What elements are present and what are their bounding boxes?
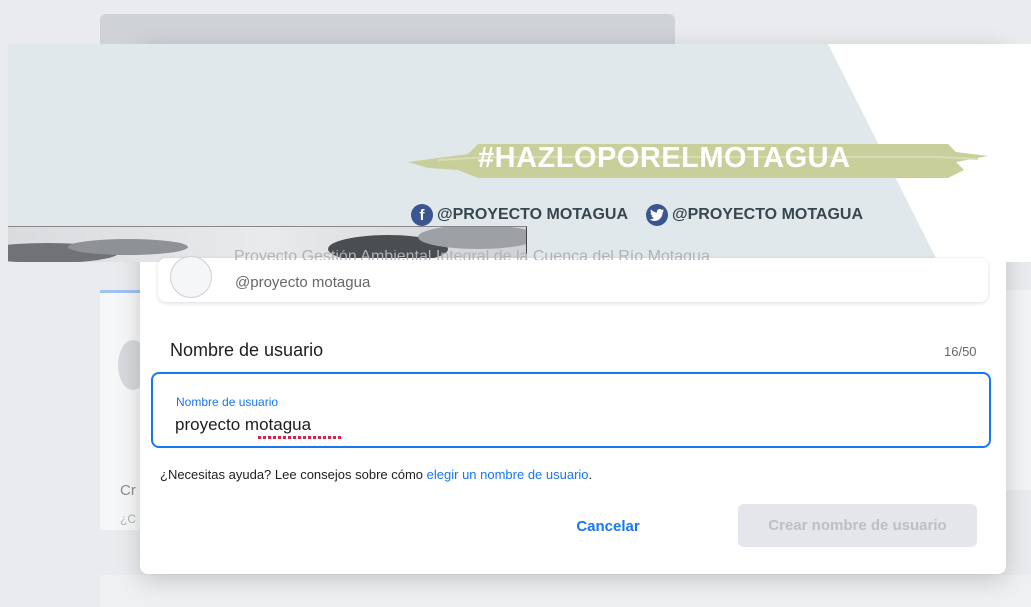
banner-hashtag: #HAZLOPORELMOTAGUA — [478, 142, 851, 174]
page-name: Proyecto Gestión Ambiental Integral de l… — [234, 250, 710, 260]
background-bottom — [100, 575, 1031, 607]
help-text-prefix: ¿Necesitas ayuda? Lee consejos sobre cóm… — [160, 467, 427, 482]
facebook-handle: @PROYECTO MOTAGUA — [437, 206, 629, 223]
page-avatar — [170, 256, 212, 298]
character-counter: 16/50 — [944, 344, 977, 359]
facebook-icon: f — [411, 204, 433, 226]
cancel-button[interactable]: Cancelar — [556, 506, 660, 546]
username-input[interactable] — [175, 412, 965, 438]
help-text-end: . — [588, 467, 593, 482]
help-text: ¿Necesitas ayuda? Lee consejos sobre cóm… — [160, 467, 592, 482]
twitter-handle: @PROYECTO MOTAGUA — [672, 206, 864, 223]
twitter-icon — [646, 204, 669, 226]
background-right-panel — [1005, 290, 1031, 490]
banner-social-row: f @PROYECTO MOTAGUA @PROYECTO MOTAGUA — [411, 204, 863, 226]
background-subtext: ¿C — [120, 512, 136, 526]
cover-banner: #HAZLOPORELMOTAGUA f @PROYECTO MOTAGUA @… — [8, 44, 1031, 262]
create-username-button[interactable]: Crear nombre de usuario — [738, 504, 977, 547]
username-section-title: Nombre de usuario — [170, 340, 324, 360]
background-text: Cr — [120, 482, 136, 499]
page-handle: @proyecto motagua — [235, 274, 371, 291]
page-preview-card: Proyecto Gestión Ambiental Integral de l… — [158, 250, 988, 302]
choose-username-tips-link[interactable]: elegir un nombre de usuario — [427, 467, 589, 482]
spellcheck-underline — [258, 436, 342, 439]
username-field-label: Nombre de usuario — [176, 395, 279, 409]
